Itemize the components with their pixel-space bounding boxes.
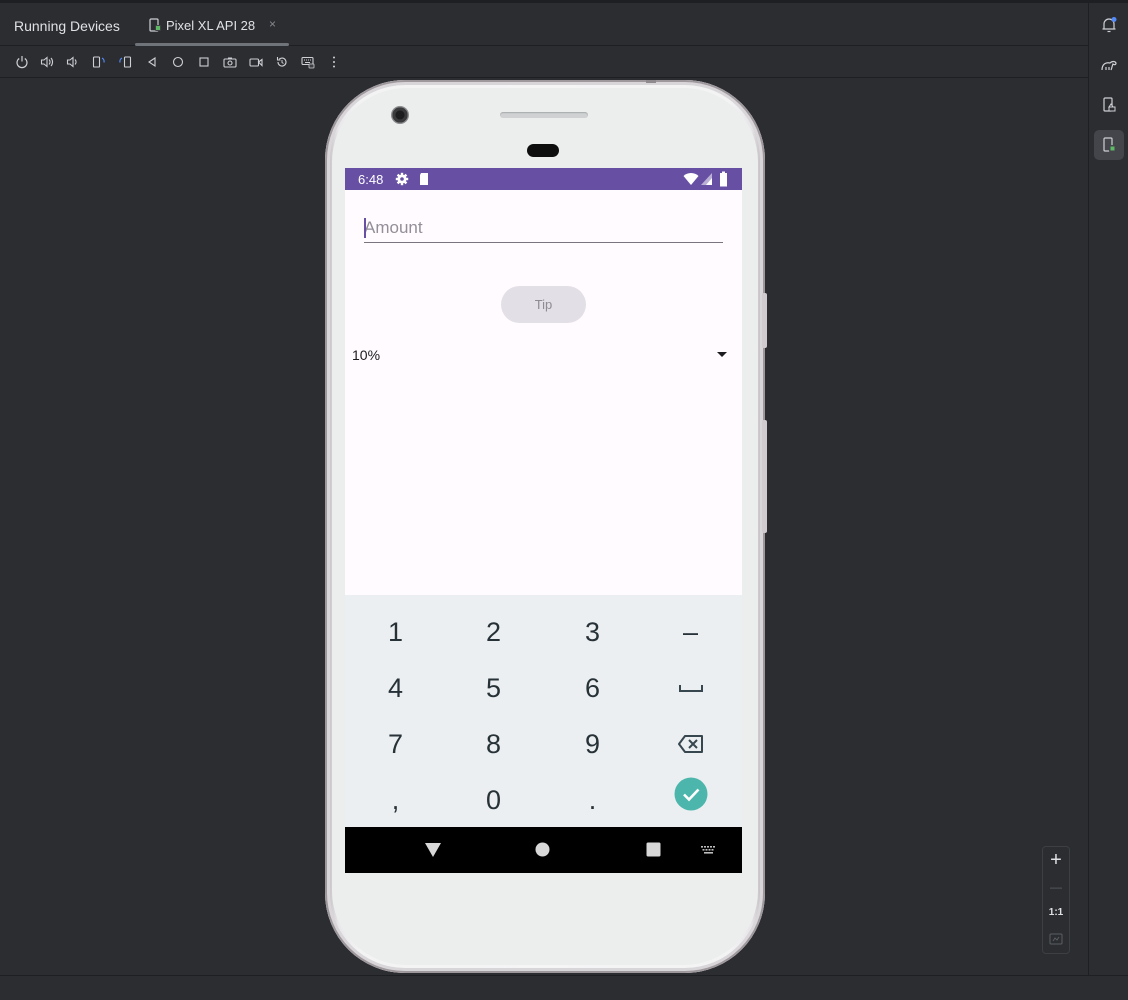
- settings-icon: [395, 172, 409, 186]
- device-toolbar: [0, 47, 1088, 78]
- status-time: 6:48: [358, 172, 384, 187]
- status-bar: 6:48: [345, 168, 742, 190]
- key-5[interactable]: 5: [444, 660, 543, 716]
- tab-label: Pixel XL API 28: [166, 18, 256, 33]
- status-strip: [0, 975, 1128, 1000]
- key-2[interactable]: 2: [444, 604, 543, 660]
- reset-icon[interactable]: [274, 54, 290, 70]
- tab-close-icon[interactable]: ×: [269, 17, 276, 31]
- tab-selected-indicator: [135, 43, 289, 46]
- device-screen[interactable]: 6:48 Tip 10% 1 2 3 – 4: [345, 168, 742, 873]
- key-8[interactable]: 8: [444, 716, 543, 772]
- text-cursor: [364, 218, 366, 238]
- battery-icon: [720, 171, 727, 187]
- key-space[interactable]: [641, 660, 740, 716]
- amount-field[interactable]: [364, 216, 723, 243]
- screen-record-icon[interactable]: [248, 54, 264, 70]
- fit-screen-icon: [1049, 933, 1063, 945]
- key-9[interactable]: 9: [543, 716, 642, 772]
- volume-up-icon[interactable]: [39, 54, 55, 70]
- running-devices-icon[interactable]: [1094, 130, 1124, 160]
- back-icon[interactable]: [144, 54, 160, 70]
- gradle-icon[interactable]: [1094, 50, 1124, 80]
- volume-side-button: [762, 420, 767, 533]
- key-4[interactable]: 4: [346, 660, 445, 716]
- power-side-button: [762, 293, 767, 348]
- nav-overview-icon[interactable]: [646, 842, 661, 857]
- key-comma[interactable]: ,: [346, 772, 445, 828]
- earpiece-speaker: [500, 112, 588, 118]
- tip-percentage-spinner[interactable]: 10%: [352, 344, 732, 366]
- spinner-value: 10%: [352, 347, 381, 363]
- proximity-sensor: [527, 144, 559, 157]
- key-done[interactable]: [641, 766, 740, 822]
- home-icon[interactable]: [170, 54, 186, 70]
- front-camera: [391, 106, 409, 124]
- rotate-right-icon[interactable]: [117, 54, 133, 70]
- key-backspace[interactable]: [641, 716, 740, 772]
- sd-card-icon: [420, 173, 428, 185]
- nav-home-icon[interactable]: [535, 842, 550, 857]
- key-1[interactable]: 1: [346, 604, 445, 660]
- dropdown-arrow-icon: [717, 352, 727, 357]
- key-0[interactable]: 0: [444, 772, 543, 828]
- right-tool-strip: [1088, 3, 1128, 975]
- numeric-keyboard: 1 2 3 – 4 5 6 7 8 9 , 0 .: [345, 595, 742, 827]
- checkmark-icon: [674, 777, 707, 811]
- key-minus[interactable]: –: [641, 604, 740, 660]
- device-top-notch: [646, 80, 656, 83]
- key-6[interactable]: 6: [543, 660, 642, 716]
- tab-pixel-xl-api-28[interactable]: Pixel XL API 28 ×: [135, 3, 289, 46]
- amount-input[interactable]: [364, 216, 723, 240]
- overview-icon[interactable]: [196, 54, 212, 70]
- wifi-icon: [683, 173, 699, 185]
- screenshot-icon[interactable]: [222, 54, 238, 70]
- device-manager-icon[interactable]: [1094, 90, 1124, 120]
- notifications-icon[interactable]: [1094, 10, 1124, 40]
- tip-button[interactable]: Tip: [501, 286, 586, 323]
- signal-icon: [701, 173, 712, 185]
- nav-back-icon[interactable]: [424, 842, 442, 858]
- zoom-fit-button[interactable]: [1043, 929, 1069, 949]
- more-icon[interactable]: [326, 54, 342, 70]
- zoom-actual-size-button[interactable]: 1:1: [1043, 903, 1069, 923]
- zoom-out-button[interactable]: —: [1043, 875, 1069, 899]
- device-tab-icon: [149, 18, 161, 32]
- tool-window-title: Running Devices: [14, 18, 120, 34]
- rotate-left-icon[interactable]: [91, 54, 107, 70]
- nav-keyboard-icon[interactable]: [700, 845, 718, 856]
- power-icon[interactable]: [14, 54, 30, 70]
- space-icon: [678, 685, 703, 692]
- key-7[interactable]: 7: [346, 716, 445, 772]
- key-period[interactable]: .: [543, 772, 642, 828]
- volume-down-icon[interactable]: [64, 54, 80, 70]
- keyboard-icon[interactable]: [300, 54, 316, 70]
- zoom-in-button[interactable]: +: [1043, 848, 1069, 872]
- key-3[interactable]: 3: [543, 604, 642, 660]
- backspace-icon: [677, 735, 703, 753]
- zoom-controls: + — 1:1: [1042, 846, 1070, 954]
- tool-window-header: Running Devices Pixel XL API 28 ×: [0, 3, 1088, 46]
- navigation-bar: [345, 827, 742, 873]
